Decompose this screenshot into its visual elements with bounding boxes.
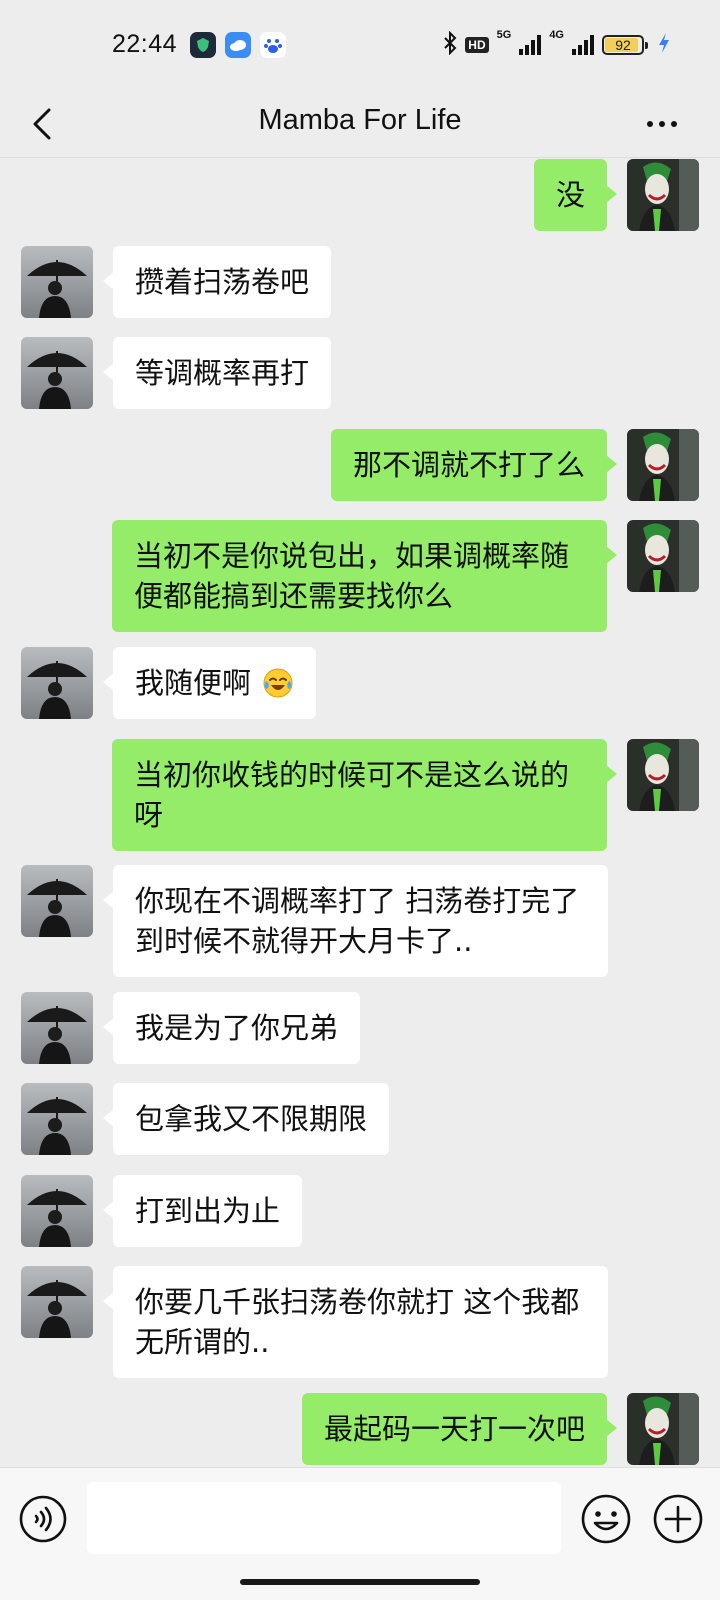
voice-button[interactable] [18,1494,68,1544]
network-5g-label: 5G [496,29,512,41]
contact-avatar[interactable] [21,647,93,719]
received-message: 我随便啊 [0,647,720,719]
message-bubble[interactable]: 我是为了你兄弟 [102,992,361,1064]
more-functions-button[interactable] [652,1493,704,1545]
contact-avatar[interactable] [21,1175,93,1247]
received-message: 攒着扫荡卷吧 [0,246,720,318]
message-list[interactable]: 没 攒着扫荡卷吧 等调概率再打 那不调就不打了么 当初不是你说包出，如果调概率随… [0,159,720,1466]
received-message: 打到出为止 [0,1175,720,1247]
home-indicator[interactable] [240,1579,480,1585]
sent-message: 没 [0,159,720,231]
message-bubble[interactable]: 当初你收钱的时候可不是这么说的呀 [112,739,617,851]
message-bubble[interactable]: 你要几千张扫荡卷你就打 这个我都无所谓的.. [103,1266,608,1378]
message-input[interactable] [87,1482,561,1554]
received-message: 我是为了你兄弟 [0,992,720,1064]
weather-app-icon [225,32,251,58]
contact-avatar[interactable] [21,337,93,409]
received-message: 你要几千张扫荡卷你就打 这个我都无所谓的.. [0,1266,720,1378]
security-app-icon [190,32,216,58]
message-bubble[interactable]: 当初不是你说包出，如果调概率随便都能搞到还需要找你么 [112,520,617,632]
my-avatar[interactable] [627,429,699,501]
battery-level: 92 [615,37,631,53]
my-avatar[interactable] [627,1393,699,1465]
message-text: 你现在不调概率打了 扫荡卷打完了 到时候不就得开大月卡了.. [135,884,580,958]
message-text: 当初你收钱的时候可不是这么说的呀 [134,758,570,832]
message-text: 打到出为止 [135,1194,281,1228]
received-message: 你现在不调概率打了 扫荡卷打完了 到时候不就得开大月卡了.. [0,865,720,977]
message-text: 那不调就不打了么 [352,448,585,482]
signal-5g-icon [519,35,542,55]
my-avatar[interactable] [627,739,699,811]
contact-avatar[interactable] [21,992,93,1064]
message-bubble[interactable]: 打到出为止 [102,1175,303,1247]
more-dot [659,121,665,127]
status-time: 22:44 [112,30,178,58]
message-bubble[interactable]: 你现在不调概率打了 扫荡卷打完了 到时候不就得开大月卡了.. [103,865,608,977]
message-bubble[interactable]: 没 [533,159,618,231]
network-4g-label: 4G [549,29,564,41]
contact-avatar[interactable] [21,246,93,318]
message-text: 你要几千张扫荡卷你就打 这个我都无所谓的.. [135,1285,580,1359]
status-bar: 22:44 HD 5G 4G 92 [0,0,720,92]
message-text: 没 [555,178,585,212]
emoji-button[interactable] [580,1493,632,1545]
sent-message: 那不调就不打了么 [0,429,720,501]
battery-indicator: 92 [602,35,648,55]
sent-message: 当初不是你说包出，如果调概率随便都能搞到还需要找你么 [0,520,720,632]
my-avatar[interactable] [627,159,699,231]
more-options-button[interactable] [640,106,684,142]
my-avatar[interactable] [627,520,699,592]
more-dot [647,121,653,127]
status-indicators: HD 5G 4G 92 [443,30,670,60]
input-bar [0,1467,720,1600]
contact-avatar[interactable] [21,1083,93,1155]
chat-title: Mamba For Life [258,104,462,136]
chat-header: Mamba For Life [0,92,720,158]
message-text: 最起码一天打一次吧 [323,1412,585,1446]
baidu-app-icon [260,32,286,58]
message-text: 等调概率再打 [135,356,310,390]
message-bubble[interactable]: 那不调就不打了么 [330,429,618,501]
sent-message: 当初你收钱的时候可不是这么说的呀 [0,739,720,851]
bluetooth-icon [443,30,457,59]
message-text: 当初不是你说包出，如果调概率随便都能搞到还需要找你么 [134,539,570,613]
message-text: 攒着扫荡卷吧 [135,265,310,299]
message-text: 我是为了你兄弟 [135,1011,339,1045]
message-bubble[interactable]: 攒着扫荡卷吧 [102,246,332,318]
signal-4g-icon [572,35,594,55]
plus-icon [653,1494,703,1544]
message-bubble[interactable]: 等调概率再打 [102,337,332,409]
crying-laughing-emoji [263,668,293,698]
charging-icon [658,32,670,58]
contact-avatar[interactable] [21,865,93,937]
contact-avatar[interactable] [21,1266,93,1338]
hd-badge: HD [465,37,489,53]
received-message: 等调概率再打 [0,337,720,409]
received-message: 包拿我又不限期限 [0,1083,720,1155]
sent-message: 最起码一天打一次吧 [0,1393,720,1465]
message-bubble[interactable]: 包拿我又不限期限 [102,1083,390,1155]
more-dot [671,121,677,127]
emoji-icon [581,1494,631,1544]
message-text: 包拿我又不限期限 [135,1102,368,1136]
message-bubble[interactable]: 最起码一天打一次吧 [301,1393,618,1465]
message-text: 我随便啊 [135,666,252,700]
message-bubble[interactable]: 我随便啊 [102,647,317,719]
voice-icon [19,1495,67,1543]
